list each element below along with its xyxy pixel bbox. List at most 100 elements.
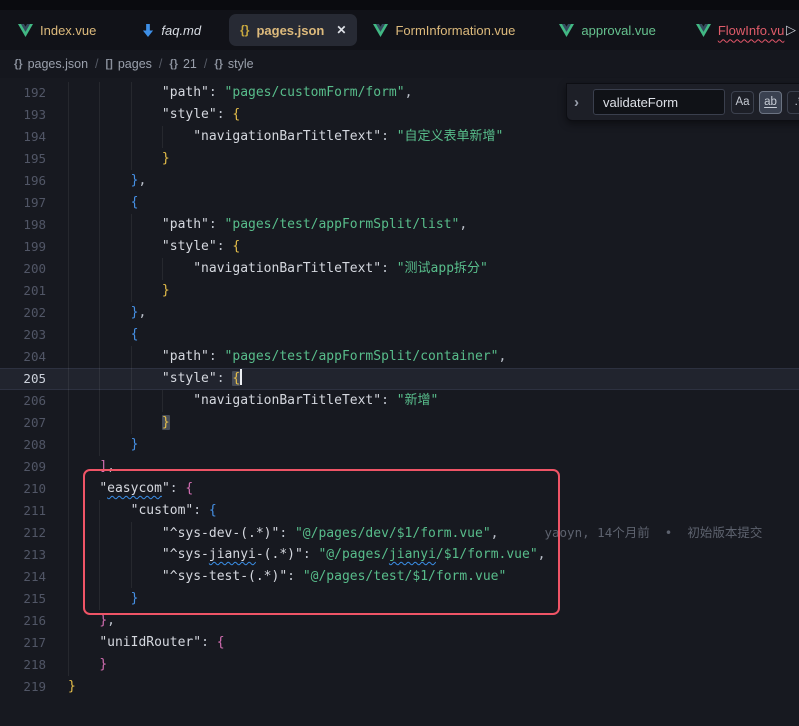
code-line-209[interactable]: 209 ],: [0, 456, 799, 478]
line-number[interactable]: 204: [0, 346, 46, 368]
line-number[interactable]: 194: [0, 126, 46, 148]
breadcrumb-label: pages.json: [28, 57, 88, 71]
line-number[interactable]: 218: [0, 654, 46, 676]
code-token: "path": [162, 349, 209, 364]
indent-guide: [68, 588, 69, 610]
code-token: :: [287, 569, 303, 584]
code-line-216[interactable]: 216 },: [0, 610, 799, 632]
tab-label: FormInformation.vue: [395, 23, 515, 38]
code-line-text: "navigationBarTitleText": "新增": [68, 390, 799, 412]
line-number[interactable]: 212: [0, 522, 46, 544]
code-line-215[interactable]: 215 }: [0, 588, 799, 610]
code-token: :: [217, 371, 233, 386]
code-token: {: [232, 371, 240, 386]
tab-pages-json[interactable]: {}pages.json✕: [229, 14, 357, 46]
find-options: Aaab.*: [731, 91, 799, 114]
code-line-217[interactable]: 217 "uniIdRouter": {: [0, 632, 799, 654]
code-line-198[interactable]: 198 "path": "pages/test/appFormSplit/lis…: [0, 214, 799, 236]
code-line-202[interactable]: 202 },: [0, 302, 799, 324]
code-line-208[interactable]: 208 }: [0, 434, 799, 456]
breadcrumb-item-pages-json[interactable]: {}pages.json: [14, 57, 88, 71]
code-token: easycom: [107, 481, 162, 496]
line-number[interactable]: 209: [0, 456, 46, 478]
line-number[interactable]: 196: [0, 170, 46, 192]
indent-guide: [131, 258, 132, 280]
code-token: {: [131, 327, 139, 342]
breadcrumb-separator: /: [95, 57, 98, 71]
code-line-205[interactable]: 205 "style": {: [0, 368, 799, 390]
line-number[interactable]: 200: [0, 258, 46, 280]
line-number[interactable]: 215: [0, 588, 46, 610]
breadcrumb-item-21[interactable]: {}21: [169, 57, 196, 71]
indent-guide: [99, 500, 100, 522]
indent-guide: [68, 126, 69, 148]
code-line-218[interactable]: 218 }: [0, 654, 799, 676]
find-input[interactable]: [593, 89, 725, 115]
find-toggle-replace-chevron-icon[interactable]: ›: [574, 94, 587, 111]
code-line-204[interactable]: 204 "path": "pages/test/appFormSplit/con…: [0, 346, 799, 368]
code-line-196[interactable]: 196 },: [0, 170, 799, 192]
code-line-194[interactable]: 194 "navigationBarTitleText": "自定义表单新增": [0, 126, 799, 148]
line-number[interactable]: 203: [0, 324, 46, 346]
tab-index-vue[interactable]: Index.vue: [18, 14, 96, 46]
line-number[interactable]: 213: [0, 544, 46, 566]
line-number[interactable]: 207: [0, 412, 46, 434]
find-match-case-button[interactable]: Aa: [731, 91, 754, 114]
code-line-213[interactable]: 213 "^sys-jianyi-(.*)": "@/pages/jianyi/…: [0, 544, 799, 566]
indent-guide: [131, 566, 132, 588]
line-number[interactable]: 211: [0, 500, 46, 522]
tab-approval-vue[interactable]: approval.vue: [559, 14, 655, 46]
code-line-201[interactable]: 201 }: [0, 280, 799, 302]
find-regex-button[interactable]: .*: [787, 91, 799, 114]
tab-overflow-chevron-icon[interactable]: ▷: [786, 22, 796, 38]
code-line-195[interactable]: 195 }: [0, 148, 799, 170]
line-number[interactable]: 197: [0, 192, 46, 214]
line-number[interactable]: 219: [0, 676, 46, 698]
code-line-210[interactable]: 210 "easycom": {: [0, 478, 799, 500]
code-line-211[interactable]: 211 "custom": {: [0, 500, 799, 522]
line-number[interactable]: 216: [0, 610, 46, 632]
tab-flowinfo-vu[interactable]: FlowInfo.vu: [696, 14, 784, 46]
close-tab-icon[interactable]: ✕: [336, 23, 346, 37]
code-line-203[interactable]: 203 {: [0, 324, 799, 346]
tab-bar: Index.vue faq.md {}pages.json✕ FormInformat…: [0, 10, 799, 50]
code-token: "^sys-dev-(.*)": [162, 526, 279, 541]
find-whole-word-button[interactable]: ab: [759, 91, 782, 114]
code-line-212[interactable]: 212 "^sys-dev-(.*)": "@/pages/dev/$1/for…: [0, 522, 799, 544]
code-line-199[interactable]: 199 "style": {: [0, 236, 799, 258]
indent-guide: [99, 544, 100, 566]
line-number[interactable]: 193: [0, 104, 46, 126]
line-number[interactable]: 201: [0, 280, 46, 302]
line-number[interactable]: 198: [0, 214, 46, 236]
line-number[interactable]: 202: [0, 302, 46, 324]
code-token: }: [131, 591, 139, 606]
code-token: }: [162, 283, 170, 298]
line-number[interactable]: 205: [0, 368, 46, 390]
code-token: ,: [538, 547, 546, 562]
code-line-200[interactable]: 200 "navigationBarTitleText": "测试app拆分": [0, 258, 799, 280]
code-token: "新增": [397, 393, 439, 408]
code-token: ,: [459, 217, 467, 232]
code-line-207[interactable]: 207 }: [0, 412, 799, 434]
tab-faq-md[interactable]: faq.md: [142, 14, 201, 46]
line-number[interactable]: 208: [0, 434, 46, 456]
indent-guide: [99, 258, 100, 280]
code-line-214[interactable]: 214 "^sys-test-(.*)": "@/pages/test/$1/f…: [0, 566, 799, 588]
code-token: -(.*)": [256, 547, 303, 562]
line-number[interactable]: 199: [0, 236, 46, 258]
code-line-219[interactable]: 219}: [0, 676, 799, 698]
code-line-197[interactable]: 197 {: [0, 192, 799, 214]
breadcrumb-item-pages[interactable]: []pages: [106, 57, 152, 71]
code-line-206[interactable]: 206 "navigationBarTitleText": "新增": [0, 390, 799, 412]
line-number[interactable]: 192: [0, 82, 46, 104]
line-number[interactable]: 206: [0, 390, 46, 412]
line-number[interactable]: 214: [0, 566, 46, 588]
breadcrumb-item-style[interactable]: {}style: [214, 57, 253, 71]
tab-forminformation-vue[interactable]: FormInformation.vue: [373, 14, 515, 46]
editor-pane[interactable]: 192 "path": "pages/customForm/form",193 …: [0, 78, 799, 726]
line-number[interactable]: 217: [0, 632, 46, 654]
line-number[interactable]: 195: [0, 148, 46, 170]
indent-guide: [131, 522, 132, 544]
line-number[interactable]: 210: [0, 478, 46, 500]
code-line-text: }: [68, 676, 799, 698]
